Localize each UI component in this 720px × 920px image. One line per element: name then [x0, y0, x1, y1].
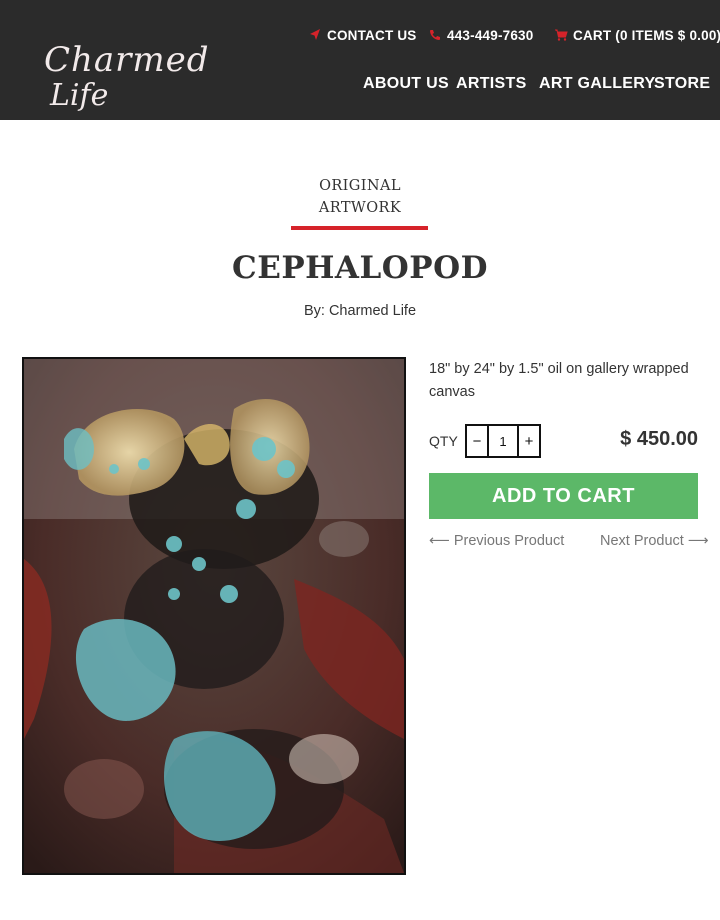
- nav-store[interactable]: STORE: [654, 75, 710, 93]
- title-divider: [291, 226, 428, 230]
- cart-label: CART (0 ITEMS $ 0.00): [573, 27, 720, 43]
- qty-label: QTY: [429, 433, 458, 449]
- next-product-link[interactable]: Next Product ⟶: [600, 533, 709, 549]
- qty-input[interactable]: [489, 426, 517, 456]
- qty-increment-button[interactable]: +: [517, 426, 539, 456]
- collection-line1: ORIGINAL: [319, 178, 401, 194]
- location-arrow-icon: [308, 28, 322, 42]
- product-price: $ 450.00: [620, 428, 698, 450]
- logo-line1: Charmed: [44, 40, 210, 80]
- phone-icon: [428, 28, 442, 42]
- phone-number: 443-449-7630: [447, 27, 534, 43]
- nav-about-us[interactable]: ABOUT US: [363, 75, 449, 93]
- contact-us-link[interactable]: CONTACT US: [308, 26, 417, 44]
- qty-decrement-button[interactable]: −: [467, 426, 489, 456]
- product-description: 18" by 24" by 1.5" oil on gallery wrappe…: [429, 361, 689, 400]
- quantity-stepper: − +: [465, 424, 541, 458]
- product-title: CEPHALOPOD: [232, 250, 488, 286]
- logo-line2: Life: [50, 78, 109, 113]
- site-logo[interactable]: Charmed Life: [20, 18, 209, 113]
- collection-line2: ARTWORK: [318, 200, 402, 216]
- phone-link[interactable]: 443-449-7630: [428, 26, 533, 44]
- cart-icon: [554, 28, 568, 42]
- collection-label[interactable]: ORIGINAL ARTWORK: [260, 175, 460, 219]
- previous-product-link[interactable]: ⟵ Previous Product: [429, 533, 564, 549]
- product-byline: By: Charmed Life: [303, 303, 417, 319]
- cart-link[interactable]: CART (0 ITEMS $ 0.00): [554, 26, 720, 44]
- product-image[interactable]: [22, 357, 406, 875]
- nav-art-gallery[interactable]: ART GALLERY: [539, 75, 655, 93]
- contact-us-label: CONTACT US: [327, 27, 417, 43]
- nav-artists[interactable]: ARTISTS: [456, 75, 527, 93]
- site-header: Charmed Life CONTACT US 443-449-7630 CAR…: [0, 0, 720, 120]
- add-to-cart-button[interactable]: ADD TO CART: [429, 473, 698, 519]
- artwork-painting: [24, 359, 404, 873]
